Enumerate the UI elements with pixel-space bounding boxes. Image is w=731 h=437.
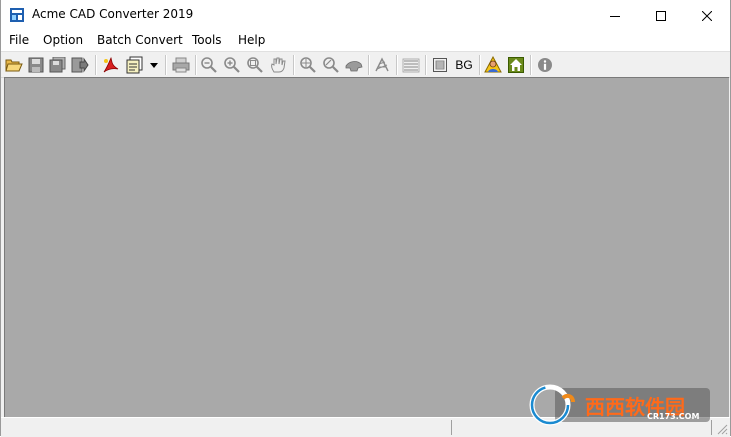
zoom-in-icon (224, 57, 240, 73)
app-icon (10, 8, 24, 22)
save-all-button[interactable] (48, 55, 68, 75)
print-icon (172, 57, 190, 73)
app-window: Acme CAD Converter 2019 File Option Batc… (0, 0, 731, 437)
toolbar-separator (195, 55, 197, 75)
export-icon (71, 57, 89, 73)
save-all-icon (49, 57, 66, 73)
save-button[interactable] (26, 55, 46, 75)
zoom-realtime-button[interactable] (321, 55, 341, 75)
zoom-out-button[interactable] (199, 55, 219, 75)
open-folder-icon (5, 59, 23, 72)
toolbar-separator (165, 55, 167, 75)
text-icon (402, 58, 420, 73)
home-icon (508, 57, 524, 73)
convert-pdf-button[interactable] (101, 55, 121, 75)
toolbar: BG (1, 51, 730, 78)
watermark-site-text: CR173.COM (647, 412, 700, 421)
zoom-in-button[interactable] (222, 55, 242, 75)
about-button[interactable] (535, 55, 555, 75)
view-icon (345, 61, 363, 72)
zoom-window-button[interactable] (245, 55, 265, 75)
batch-convert-button[interactable] (125, 55, 145, 75)
toolbar-separator (95, 55, 97, 75)
menu-help[interactable]: Help (238, 33, 265, 47)
resize-grip-icon[interactable] (717, 424, 728, 435)
status-pane-divider (451, 420, 452, 435)
layers-button[interactable] (372, 55, 392, 75)
frame-button[interactable] (430, 55, 450, 75)
toolbar-separator (479, 55, 481, 75)
close-button[interactable] (684, 0, 730, 31)
toolbar-separator (530, 55, 532, 75)
menu-option[interactable]: Option (43, 33, 83, 47)
background-button[interactable]: BG (453, 55, 475, 75)
frame-icon (433, 58, 447, 72)
zoom-window-icon (247, 57, 263, 73)
drawing-workspace[interactable] (4, 77, 729, 417)
zoom-realtime-icon (323, 57, 339, 73)
save-icon (28, 57, 44, 73)
layers-icon (375, 57, 389, 72)
title-bar[interactable]: Acme CAD Converter 2019 (1, 0, 730, 31)
convert-pdf-icon (103, 56, 119, 73)
close-icon (702, 10, 712, 21)
open-button[interactable] (4, 55, 24, 75)
view-button[interactable] (344, 55, 364, 75)
minimize-button[interactable] (592, 0, 638, 31)
zoom-extents-icon (300, 57, 316, 73)
menu-tools[interactable]: Tools (192, 33, 222, 47)
export-button[interactable] (70, 55, 90, 75)
text-button[interactable] (401, 55, 421, 75)
watermark-logo: 西西软件园 CR173.COM (529, 384, 712, 426)
window-title: Acme CAD Converter 2019 (32, 7, 194, 21)
print-button[interactable] (171, 55, 191, 75)
menu-batch-convert[interactable]: Batch Convert (97, 33, 183, 47)
maximize-icon (656, 10, 666, 21)
toolbar-separator (368, 55, 370, 75)
minimize-icon (610, 15, 620, 17)
batch-dropdown-button[interactable] (147, 55, 161, 75)
user-icon (484, 56, 502, 73)
toolbar-separator (425, 55, 427, 75)
toolbar-separator (293, 55, 295, 75)
dropdown-arrow-icon (150, 62, 158, 68)
user-button[interactable] (483, 55, 503, 75)
info-icon (538, 58, 552, 72)
pan-icon (271, 57, 286, 73)
menu-bar: File Option Batch Convert Tools Help (1, 31, 730, 51)
zoom-out-icon (201, 57, 217, 73)
home-button[interactable] (506, 55, 526, 75)
batch-icon (126, 56, 143, 74)
pan-button[interactable] (268, 55, 288, 75)
maximize-button[interactable] (638, 0, 684, 31)
toolbar-separator (396, 55, 398, 75)
menu-file[interactable]: File (9, 33, 29, 47)
zoom-extents-button[interactable] (298, 55, 318, 75)
background-label: BG (455, 58, 473, 72)
